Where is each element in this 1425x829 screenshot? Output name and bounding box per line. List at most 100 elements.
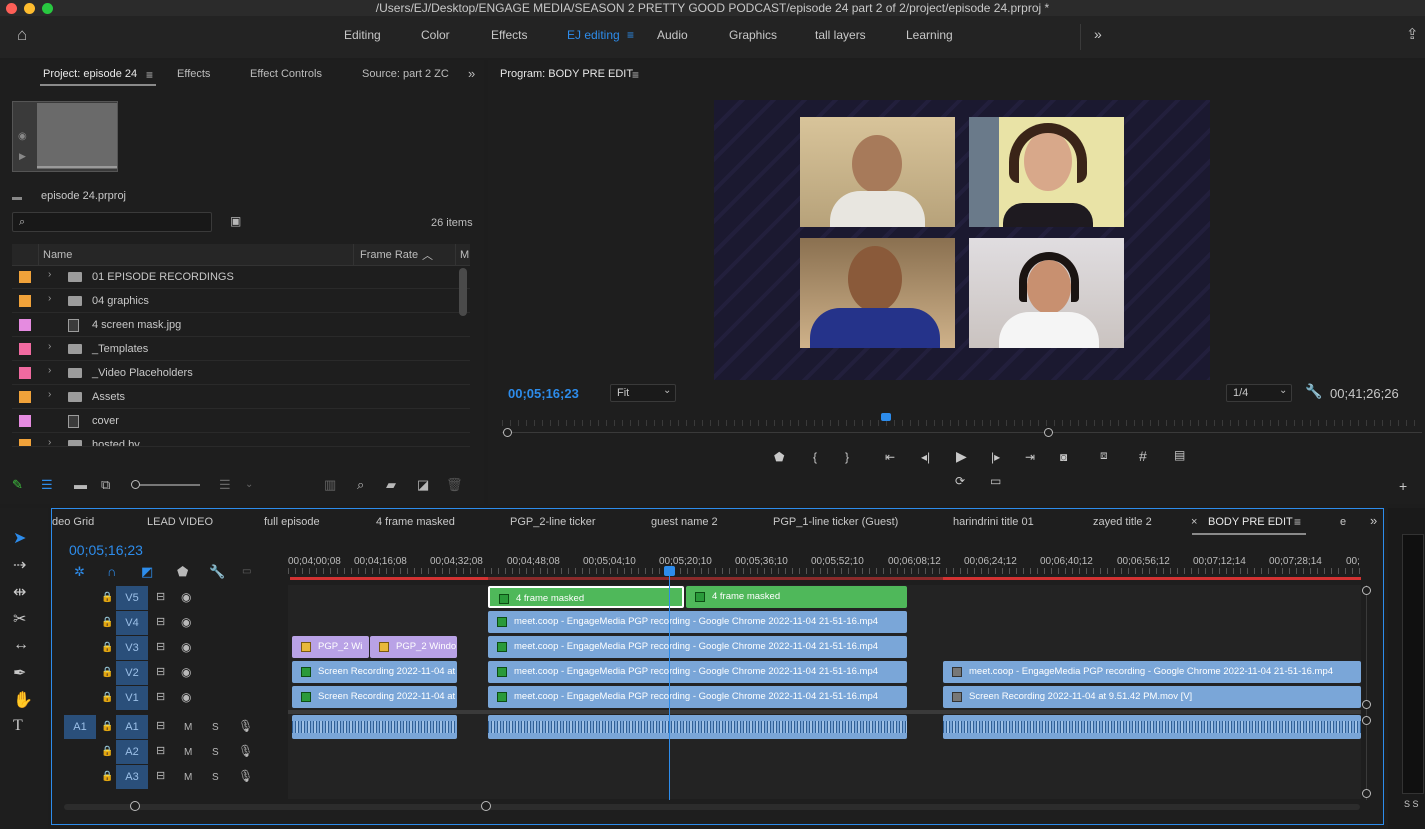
clip[interactable]: meet.coop - EngageMedia PGP recording - … — [488, 661, 907, 683]
zoom-handle-left[interactable] — [130, 801, 140, 811]
label-color[interactable] — [19, 295, 31, 307]
minimize-window-button[interactable] — [24, 3, 35, 14]
tab-sequence[interactable]: deo Grid — [52, 516, 94, 528]
clip[interactable]: 4 frame masked — [488, 586, 684, 608]
pencil-icon[interactable]: ✎ — [12, 478, 23, 491]
vr-video-icon[interactable]: ⟳ — [955, 474, 965, 488]
list-item[interactable]: cover — [12, 409, 470, 433]
workspace-ej-editing[interactable]: EJ editing — [567, 28, 620, 42]
list-view-icon[interactable]: ☰ — [41, 478, 53, 491]
tab-sequence[interactable]: LEAD VIDEO — [147, 516, 213, 528]
track-target-v2[interactable]: V2 — [116, 661, 148, 685]
step-back-icon[interactable]: ◂| — [921, 450, 930, 464]
new-bin-icon[interactable]: ▰ — [386, 478, 396, 491]
eye-icon[interactable]: ◉ — [181, 641, 191, 654]
tab-sequence[interactable]: e — [1340, 516, 1346, 528]
tab-program[interactable]: Program: BODY PRE EDIT — [500, 68, 633, 80]
chevron-down-icon[interactable]: ⌄ — [245, 478, 253, 491]
label-color[interactable] — [19, 319, 31, 331]
audio-clip[interactable] — [488, 715, 907, 739]
eye-icon[interactable]: ◉ — [181, 591, 191, 604]
horizontal-zoom-bar[interactable] — [64, 804, 1360, 810]
type-tool-icon[interactable]: T — [13, 717, 23, 735]
clip[interactable]: meet.coop - EngageMedia PGP recording - … — [943, 661, 1361, 683]
zoom-window-button[interactable] — [42, 3, 53, 14]
workspace-menu-icon[interactable]: ≡ — [627, 28, 634, 42]
playhead-timecode[interactable]: 00;05;16;23 — [508, 386, 579, 401]
track-target-a1[interactable]: A1 — [116, 715, 148, 739]
zoom-slider[interactable] — [134, 484, 200, 486]
mark-in-icon[interactable]: { — [813, 450, 817, 464]
list-item[interactable]: › hosted by — [12, 433, 470, 447]
sync-lock-icon[interactable]: ⊟ — [156, 770, 165, 783]
timeline-timecode[interactable]: 00;05;16;23 — [69, 542, 143, 558]
automate-icon[interactable]: ▥ — [324, 478, 336, 491]
clip[interactable]: 4 frame masked — [686, 586, 907, 608]
go-to-out-icon[interactable]: ⇥ — [1025, 450, 1035, 464]
track-target-v1[interactable]: V1 — [116, 686, 148, 710]
tab-body-pre-edit[interactable]: BODY PRE EDIT — [1208, 516, 1293, 528]
timeline-playhead-line[interactable] — [669, 576, 670, 800]
label-color[interactable] — [19, 271, 31, 283]
timeline-ruler[interactable] — [288, 568, 1360, 574]
list-item[interactable]: › 04 graphics — [12, 289, 470, 313]
icon-view-icon[interactable]: ▬ — [74, 478, 87, 491]
clip[interactable]: meet.coop - EngageMedia PGP recording - … — [488, 636, 907, 658]
label-color[interactable] — [19, 391, 31, 403]
clip[interactable]: PGP_2 Wi — [292, 636, 369, 658]
solo-button[interactable]: S — [212, 721, 219, 734]
track-target-v4[interactable]: V4 — [116, 611, 148, 635]
clip[interactable]: meet.coop - EngageMedia PGP recording - … — [488, 686, 907, 708]
track-select-tool-icon[interactable]: ⇢ — [13, 555, 26, 575]
track-target-a3[interactable]: A3 — [116, 765, 148, 789]
eye-icon[interactable]: ◉ — [181, 666, 191, 679]
playhead-marker[interactable] — [881, 413, 891, 421]
clip[interactable]: PGP_2 Windo — [370, 636, 457, 658]
sync-lock-icon[interactable]: ⊟ — [156, 720, 165, 733]
zoom-handle-right[interactable] — [1044, 428, 1053, 437]
lock-icon[interactable]: 🔒 — [101, 691, 113, 704]
mute-button[interactable]: M — [184, 771, 192, 784]
new-item-icon[interactable]: ◪ — [417, 478, 429, 491]
microphone-icon[interactable]: 🎙 — [238, 770, 253, 783]
source-patch-a1[interactable]: A1 — [64, 715, 96, 739]
list-item[interactable]: 4 screen mask.jpg — [12, 313, 470, 337]
add-marker-icon[interactable]: ⬟ — [177, 565, 188, 578]
lock-icon[interactable]: 🔒 — [101, 616, 113, 629]
tab-sequence[interactable]: harindrini title 01 — [953, 516, 1034, 528]
linked-selection-icon[interactable]: ◩ — [141, 565, 153, 578]
close-window-button[interactable] — [6, 3, 17, 14]
clip[interactable]: Screen Recording 2022-11-04 at 9.51.42 P… — [943, 686, 1361, 708]
ripple-edit-tool-icon[interactable]: ⇹ — [13, 582, 26, 602]
wrench-icon[interactable]: 🔧 — [209, 565, 225, 578]
mute-button[interactable]: M — [184, 721, 192, 734]
sync-lock-icon[interactable]: ⊟ — [156, 591, 165, 604]
play-icon[interactable]: ▶ — [956, 448, 967, 465]
scroll-handle[interactable] — [1362, 716, 1371, 725]
tab-sequence[interactable]: full episode — [264, 516, 320, 528]
wrench-icon[interactable]: 🔧 — [1305, 384, 1322, 398]
lock-icon[interactable]: 🔒 — [101, 591, 113, 604]
find-icon[interactable]: ⌕ — [357, 478, 364, 491]
meter-solo-labels[interactable]: S S — [1404, 799, 1419, 809]
resolution-select[interactable]: 1/4 ⌄ — [1226, 384, 1292, 402]
workspace-color[interactable]: Color — [421, 28, 450, 42]
clip[interactable]: Screen Recording 2022-11-04 at — [292, 686, 457, 708]
expand-icon[interactable]: › — [48, 365, 51, 376]
razor-tool-icon[interactable]: ✂ — [13, 609, 26, 629]
sync-lock-icon[interactable]: ⊟ — [156, 691, 165, 704]
more-tabs-icon[interactable]: » — [1370, 513, 1377, 528]
sync-lock-icon[interactable]: ⊟ — [156, 641, 165, 654]
tab-sequence[interactable]: PGP_1-line ticker (Guest) — [773, 516, 898, 528]
solo-button[interactable]: S — [212, 746, 219, 759]
audio-clip[interactable] — [943, 715, 1361, 739]
eye-icon[interactable]: ◉ — [181, 616, 191, 629]
sync-lock-icon[interactable]: ⊟ — [156, 666, 165, 679]
safe-margins-icon[interactable]: # — [1139, 448, 1147, 464]
solo-button[interactable]: S — [212, 771, 219, 784]
mute-button[interactable]: M — [184, 746, 192, 759]
expand-icon[interactable]: › — [48, 269, 51, 280]
audio-clip[interactable] — [292, 715, 457, 739]
close-tab-icon[interactable]: × — [1191, 516, 1197, 528]
track-target-a2[interactable]: A2 — [116, 740, 148, 764]
